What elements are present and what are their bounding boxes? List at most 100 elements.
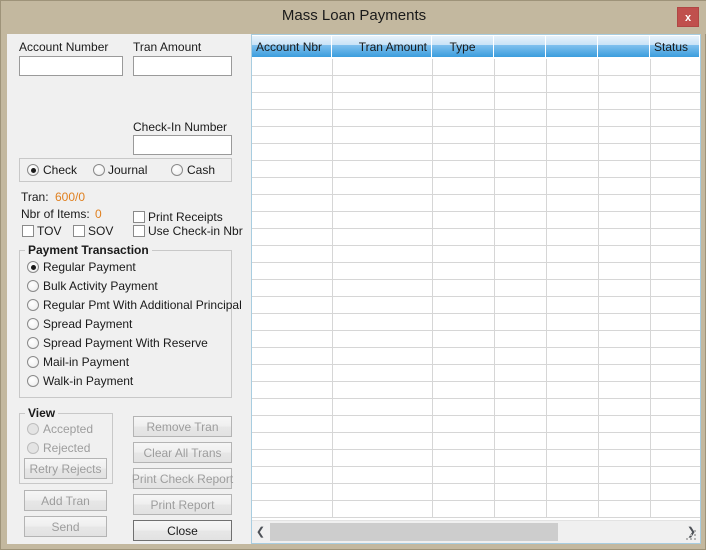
grid-cell-divider [332,399,333,415]
grid-cell-divider [332,348,333,364]
table-row[interactable] [252,212,700,229]
grid-horizontal-scrollbar[interactable]: ❮ ❯ [252,520,700,543]
grid-column-header-2[interactable]: Type [432,36,494,57]
radio-walk-in-payment[interactable] [27,375,39,387]
grid-cell-divider [494,348,495,364]
grid-cell-divider [546,229,547,245]
resize-grip-icon[interactable] [686,530,698,542]
grid-column-header-4[interactable] [546,36,598,57]
grid-cell-divider [598,501,599,517]
grid-column-header-0[interactable]: Account Nbr [252,36,332,57]
account-number-input[interactable] [19,56,123,76]
grid-cell-divider [650,229,651,245]
radio-check[interactable] [27,164,39,176]
grid-cell-divider [546,263,547,279]
grid-cell-divider [332,59,333,75]
grid-cell-divider [598,484,599,500]
grid-cell-divider [332,450,333,466]
radio-view-accepted[interactable] [27,423,39,435]
radio-spread-payment-with-reserve[interactable] [27,337,39,349]
table-row[interactable] [252,246,700,263]
table-row[interactable] [252,450,700,467]
table-row[interactable] [252,331,700,348]
table-row[interactable] [252,127,700,144]
table-row[interactable] [252,365,700,382]
scroll-left-arrow-icon[interactable]: ❮ [252,521,269,543]
checkbox-print-receipts-label: Print Receipts [148,210,223,224]
radio-spread-payment-with-reserve-label: Spread Payment With Reserve [43,336,208,350]
checkbox-sov[interactable] [73,225,85,237]
radio-regular-pmt-additional-principal[interactable] [27,299,39,311]
grid-cell-divider [650,433,651,449]
grid-cell-divider [650,161,651,177]
table-row[interactable] [252,229,700,246]
grid-column-header-3[interactable] [494,36,546,57]
radio-mail-in-payment[interactable] [27,356,39,368]
tran-amount-input[interactable] [133,56,232,76]
table-row[interactable] [252,467,700,484]
table-row[interactable] [252,76,700,93]
grid-cell-divider [650,76,651,92]
send-button[interactable]: Send [24,516,107,537]
table-row[interactable] [252,110,700,127]
radio-walk-in-payment-label: Walk-in Payment [43,374,134,388]
grid-cell-divider [598,93,599,109]
table-row[interactable] [252,263,700,280]
checkbox-use-check-in-nbr[interactable] [133,225,145,237]
grid-cell-divider [432,348,433,364]
grid-cell-divider [332,195,333,211]
table-row[interactable] [252,297,700,314]
table-row[interactable] [252,382,700,399]
table-row[interactable] [252,93,700,110]
grid-cell-divider [332,144,333,160]
grid-cell-divider [650,331,651,347]
clear-all-trans-button[interactable]: Clear All Trans [133,442,232,463]
print-report-button[interactable]: Print Report [133,494,232,515]
grid-cell-divider [494,59,495,75]
grid-cell-divider [546,144,547,160]
table-row[interactable] [252,416,700,433]
radio-cash[interactable] [171,164,183,176]
grid-cell-divider [650,246,651,262]
table-row[interactable] [252,484,700,501]
table-row[interactable] [252,59,700,76]
table-row[interactable] [252,161,700,178]
grid-column-header-1[interactable]: Tran Amount [332,36,432,57]
grid-body [252,59,700,520]
table-row[interactable] [252,280,700,297]
retry-rejects-button[interactable]: Retry Rejects [24,458,107,479]
radio-spread-payment[interactable] [27,318,39,330]
check-in-number-input[interactable] [133,135,232,155]
grid-column-header-5[interactable] [598,36,650,57]
grid-cell-divider [494,110,495,126]
table-row[interactable] [252,195,700,212]
client-area: Account Number Tran Amount Check-In Numb… [7,34,701,544]
table-row[interactable] [252,348,700,365]
grid-cell-divider [546,501,547,517]
table-row[interactable] [252,314,700,331]
table-row[interactable] [252,178,700,195]
table-row[interactable] [252,399,700,416]
remove-tran-button[interactable]: Remove Tran [133,416,232,437]
table-row[interactable] [252,501,700,518]
window-close-button[interactable]: x [677,7,699,27]
radio-regular-payment[interactable] [27,261,39,273]
radio-view-rejected[interactable] [27,442,39,454]
scrollbar-thumb[interactable] [270,523,558,541]
radio-bulk-activity-payment[interactable] [27,280,39,292]
grid-cell-divider [650,127,651,143]
radio-journal[interactable] [93,164,105,176]
grid-cell-divider [650,59,651,75]
grid-cell-divider [332,382,333,398]
print-check-report-button[interactable]: Print Check Report [132,468,233,489]
close-button[interactable]: Close [133,520,232,541]
checkbox-tov[interactable] [22,225,34,237]
checkbox-print-receipts[interactable] [133,211,145,223]
grid-cell-divider [650,450,651,466]
table-row[interactable] [252,433,700,450]
grid-cell-divider [650,280,651,296]
table-row[interactable] [252,144,700,161]
grid-cell-divider [650,501,651,517]
add-tran-button[interactable]: Add Tran [24,490,107,511]
grid-column-header-6[interactable]: Status [650,36,700,57]
